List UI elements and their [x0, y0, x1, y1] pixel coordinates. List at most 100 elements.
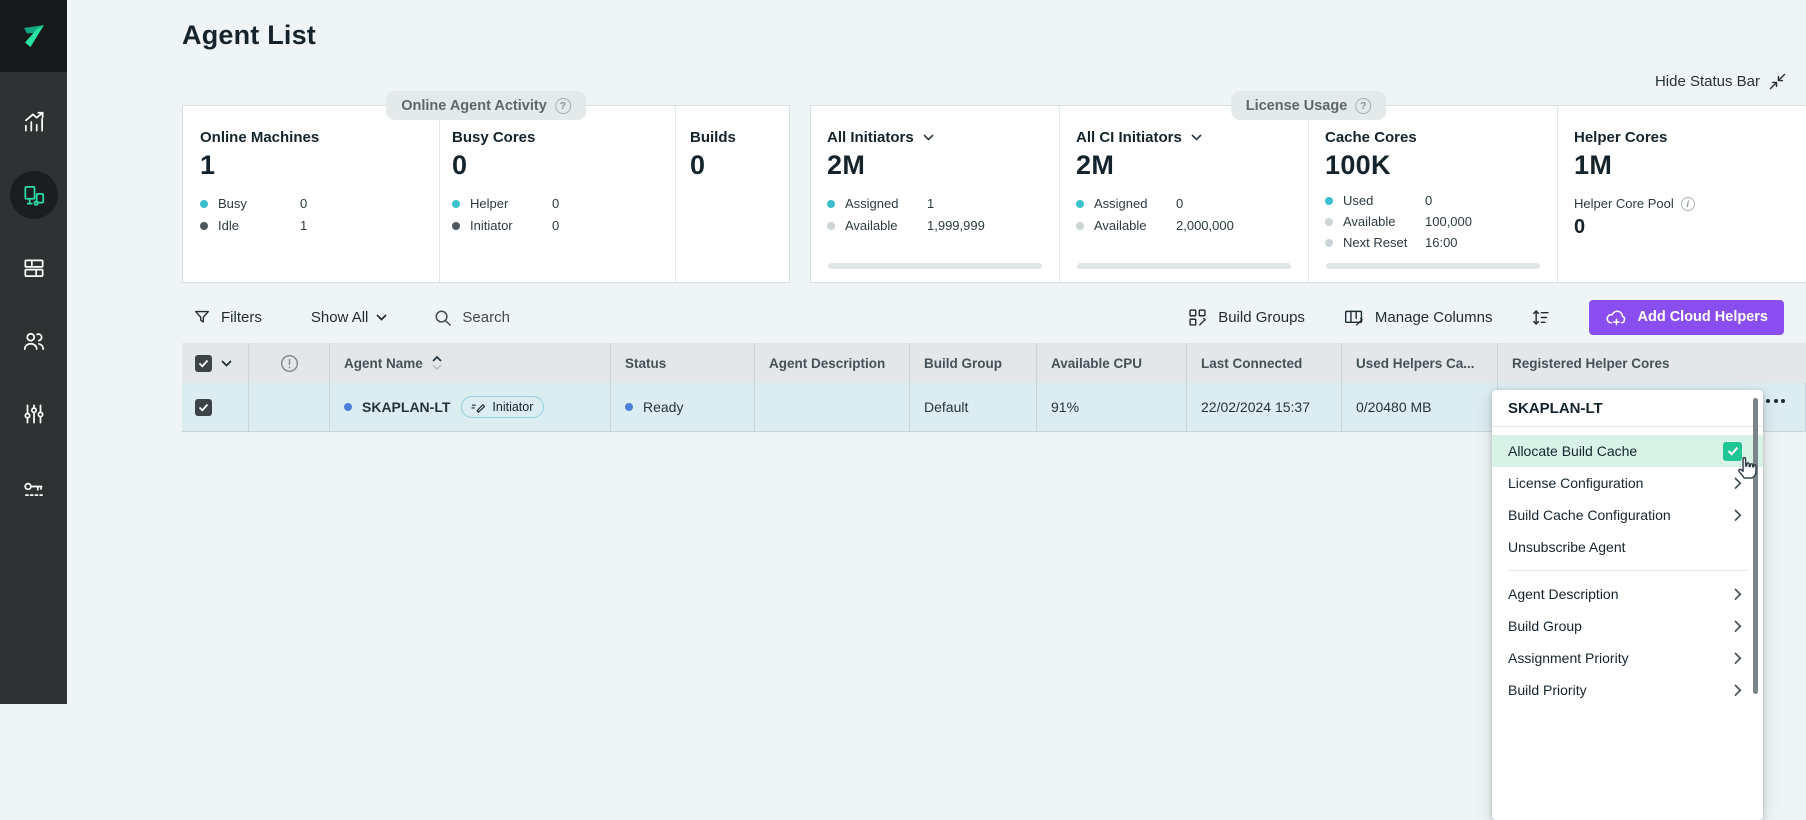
alert-column-icon — [280, 354, 299, 373]
status-value: Ready — [643, 399, 683, 415]
builds-title: Builds — [690, 129, 789, 146]
menu-item-allocate-build-cache[interactable]: Allocate Build Cache — [1492, 435, 1763, 467]
column-header-last-connected[interactable]: Last Connected — [1187, 343, 1342, 383]
helper-cores-title: Helper Cores — [1574, 129, 1806, 146]
column-header-available-cpu[interactable]: Available CPU — [1037, 343, 1187, 383]
menu-divider — [1508, 570, 1747, 571]
online-agent-activity-label: Online Agent Activity — [401, 98, 547, 114]
row-checkbox[interactable] — [195, 399, 212, 416]
app-logo[interactable] — [0, 0, 67, 72]
menu-item-build-priority[interactable]: Build Priority — [1492, 674, 1763, 706]
column-header-registered-helper-cores[interactable]: Registered Helper Cores — [1498, 343, 1806, 383]
sort-asc-icon — [432, 356, 442, 362]
sidebar-item-dashboard[interactable] — [10, 244, 58, 292]
search-button[interactable]: Search — [433, 308, 510, 327]
chevron-right-icon — [1734, 588, 1742, 601]
column-header-agent-description[interactable]: Agent Description — [755, 343, 910, 383]
online-agent-activity-tab: Online Agent Activity ? — [386, 91, 586, 120]
info-icon[interactable]: i — [1681, 197, 1695, 211]
menu-item-assignment-priority[interactable]: Assignment Priority — [1492, 642, 1763, 674]
menu-item-unsubscribe-agent[interactable]: Unsubscribe Agent — [1492, 531, 1763, 563]
builds-value: 0 — [690, 150, 789, 181]
status-bar: Online Agent Activity ? Online Machines … — [182, 105, 1806, 283]
menu-item-license-configuration[interactable]: License Configuration — [1492, 467, 1763, 499]
build-groups-icon — [1187, 307, 1208, 328]
sidebar-item-users[interactable] — [10, 317, 58, 365]
menu-scrollbar[interactable] — [1753, 398, 1758, 694]
column-header-status[interactable]: Status — [611, 343, 755, 383]
helper-cores-value: 1M — [1574, 150, 1806, 181]
legend-helper: Helper 0 — [452, 196, 675, 211]
select-all-checkbox[interactable] — [195, 355, 212, 372]
manage-columns-label: Manage Columns — [1375, 309, 1493, 326]
collapse-icon — [1769, 73, 1786, 90]
allocate-build-cache-checkbox[interactable] — [1723, 442, 1742, 461]
check-icon — [198, 403, 209, 412]
legend-idle: Idle 1 — [200, 218, 439, 233]
next-reset-dot — [1325, 239, 1333, 247]
sidebar-item-settings[interactable] — [10, 390, 58, 438]
sliders-icon — [21, 401, 47, 427]
all-initiators-progress — [828, 263, 1042, 269]
menu-item-build-group[interactable]: Build Group — [1492, 610, 1763, 642]
sidebar-item-agents[interactable] — [10, 171, 58, 219]
users-icon — [21, 328, 47, 354]
chevron-down-icon[interactable] — [1191, 134, 1202, 141]
chevron-right-icon — [1734, 477, 1742, 490]
busy-cores-column: Busy Cores 0 Helper 0 Initiator 0 — [439, 106, 675, 282]
cache-cores-title: Cache Cores — [1325, 129, 1557, 146]
show-all-label: Show All — [311, 309, 369, 326]
chevron-down-icon[interactable] — [923, 134, 934, 141]
legend-assigned: Assigned 0 — [1076, 196, 1308, 211]
all-ci-initiators-title: All CI Initiators — [1076, 129, 1182, 146]
sidebar-item-license[interactable] — [10, 463, 58, 511]
available-dot — [1325, 218, 1333, 226]
table-header: Agent Name Status Agent Description Buil… — [182, 343, 1806, 383]
menu-item-agent-description[interactable]: Agent Description — [1492, 578, 1763, 610]
online-machines-column: Online Machines 1 Busy 0 Idle 1 — [183, 106, 439, 282]
hide-status-bar-button[interactable]: Hide Status Bar — [1655, 73, 1786, 90]
sidebar-item-analytics[interactable] — [10, 98, 58, 146]
help-icon[interactable]: ? — [1355, 98, 1371, 114]
select-all-chevron-icon[interactable] — [221, 360, 232, 367]
sort-agent-name-control[interactable] — [432, 356, 442, 370]
cache-cores-progress — [1326, 263, 1540, 269]
assigned-dot — [827, 200, 835, 208]
helper-core-pool-label: Helper Core Pool — [1574, 196, 1674, 211]
legend-busy: Busy 0 — [200, 196, 439, 211]
column-header-used-helpers-cache[interactable]: Used Helpers Ca... — [1342, 343, 1498, 383]
help-icon[interactable]: ? — [555, 98, 571, 114]
legend-used: Used 0 — [1325, 193, 1557, 208]
row-more-button[interactable] — [1766, 399, 1785, 403]
used-dot — [1325, 197, 1333, 205]
legend-available: Available 1,999,999 — [827, 218, 1059, 233]
busy-cores-value: 0 — [452, 150, 675, 181]
add-cloud-helpers-button[interactable]: Add Cloud Helpers — [1589, 300, 1784, 335]
helper-cores-column: Helper Cores 1M Helper Core Pool i 0 — [1557, 106, 1806, 282]
table-toolbar: Filters Show All Search Build Groups — [182, 299, 1784, 335]
show-all-dropdown[interactable]: Show All — [311, 309, 388, 326]
idle-dot — [200, 222, 208, 230]
row-context-menu: SKAPLAN-LT Allocate Build Cache License … — [1492, 390, 1763, 820]
menu-item-build-cache-configuration[interactable]: Build Cache Configuration — [1492, 499, 1763, 531]
column-header-agent-name[interactable]: Agent Name — [330, 343, 611, 383]
filters-label: Filters — [221, 309, 262, 326]
chevron-right-icon — [1734, 620, 1742, 633]
incredibuild-logo-icon — [17, 19, 51, 53]
busy-cores-title: Busy Cores — [452, 129, 675, 146]
filters-button[interactable]: Filters — [193, 308, 262, 326]
legend-next-reset: Next Reset 16:00 — [1325, 235, 1557, 250]
column-header-build-group[interactable]: Build Group — [910, 343, 1037, 383]
license-usage-tab: License Usage ? — [1231, 91, 1387, 120]
build-groups-button[interactable]: Build Groups — [1187, 307, 1305, 328]
key-icon — [21, 474, 47, 500]
manage-columns-button[interactable]: Manage Columns — [1343, 307, 1493, 328]
agents-icon — [21, 182, 47, 208]
page-title: Agent List — [182, 20, 316, 51]
check-icon — [1727, 446, 1739, 456]
license-usage-label: License Usage — [1246, 98, 1348, 114]
hide-status-bar-label: Hide Status Bar — [1655, 73, 1760, 90]
legend-assigned: Assigned 1 — [827, 196, 1059, 211]
legend-available: Available 100,000 — [1325, 214, 1557, 229]
sort-button[interactable] — [1530, 307, 1551, 328]
